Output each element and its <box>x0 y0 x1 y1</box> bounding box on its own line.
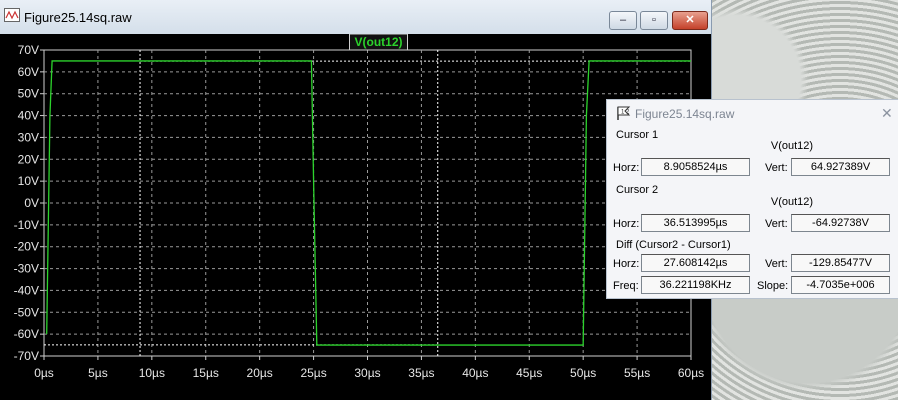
diff-horz-field[interactable]: 27.608142µs <box>641 254 750 272</box>
waveform-app-icon <box>4 8 20 22</box>
dialog-title: Figure25.14sq.raw <box>635 107 735 121</box>
diff-vert-field[interactable]: -129.85477V <box>791 254 890 272</box>
cursor1-trace: V(out12) <box>770 140 814 152</box>
y-tick-label: -20V <box>14 240 39 254</box>
y-tick-label: -10V <box>14 218 39 232</box>
cursor2-horz-field[interactable]: 36.513995µs <box>641 214 750 232</box>
y-tick-label: 10V <box>18 174 39 188</box>
x-tick-label: 30µs <box>354 366 380 380</box>
y-tick-label: -60V <box>14 327 39 341</box>
x-tick-label: 60µs <box>678 366 704 380</box>
x-tick-label: 35µs <box>408 366 434 380</box>
close-button[interactable]: ✕ <box>672 11 708 30</box>
trace-label[interactable]: V(out12) <box>355 35 403 49</box>
y-tick-label: 40V <box>18 109 39 123</box>
cursor1-vert-field[interactable]: 64.927389V <box>791 158 890 176</box>
diff-freq-label: Freq: <box>613 280 639 292</box>
y-tick-label: 70V <box>18 43 39 57</box>
svg-text:1 2: 1 2 <box>621 110 630 116</box>
x-tick-label: 50µs <box>570 366 596 380</box>
diff-freq-field[interactable]: 36.221198KHz <box>641 276 750 294</box>
cursor2-vert-field[interactable]: -64.92738V <box>791 214 890 232</box>
dialog-close-icon[interactable]: ✕ <box>881 105 893 122</box>
cursor2-trace: V(out12) <box>770 196 814 208</box>
title-bar[interactable]: Figure25.14sq.raw – ▫ ✕ <box>0 0 711 34</box>
cursor-flag-icon: 1 2 <box>617 106 631 120</box>
cursor1-vert-label: Vert: <box>765 162 788 174</box>
diff-horz-label: Horz: <box>613 258 640 270</box>
minimize-button[interactable]: – <box>609 11 637 30</box>
y-tick-label: 60V <box>18 65 39 79</box>
cursor2-vert-label: Vert: <box>765 218 788 230</box>
x-tick-label: 15µs <box>193 366 219 380</box>
x-tick-label: 55µs <box>624 366 650 380</box>
y-tick-label: 20V <box>18 152 39 166</box>
y-tick-label: 50V <box>18 87 39 101</box>
y-tick-label: -50V <box>14 305 39 319</box>
y-tick-label: -30V <box>14 262 39 276</box>
y-tick-label: 0V <box>24 196 39 210</box>
y-tick-label: -70V <box>14 349 39 363</box>
x-tick-label: 0µs <box>34 366 54 380</box>
plot-area[interactable]: 0µs 5µs 10µs 15µs 20µs 25µs 30µs 35µs 40µs 45µs 50… <box>0 34 711 400</box>
y-tick-label: 30V <box>18 130 39 144</box>
waveform-plot[interactable]: 0µs 5µs 10µs 15µs 20µs 25µs 30µs 35µs 40µs 45µs 50… <box>0 34 711 400</box>
cursor1-horz-field[interactable]: 8.9058524µs <box>641 158 750 176</box>
cursor1-heading: Cursor 1 <box>616 129 659 141</box>
x-tick-label: 40µs <box>462 366 488 380</box>
x-tick-label: 5µs <box>88 366 108 380</box>
cursor-dialog: 1 2 Figure25.14sq.raw ✕ Cursor 1 V(out12… <box>606 99 898 299</box>
diff-slope-field[interactable]: -4.7035e+006 <box>791 276 890 294</box>
window-title: Figure25.14sq.raw <box>24 10 132 25</box>
diff-slope-label: Slope: <box>757 280 789 292</box>
x-tick-label: 25µs <box>300 366 326 380</box>
maximize-button[interactable]: ▫ <box>640 11 668 30</box>
x-tick-label: 10µs <box>139 366 165 380</box>
x-tick-label: 45µs <box>516 366 542 380</box>
x-tick-label: 20µs <box>247 366 273 380</box>
cursor2-heading: Cursor 2 <box>616 184 659 196</box>
cursor2-horz-label: Horz: <box>613 218 640 230</box>
diff-vert-label: Vert: <box>765 258 788 270</box>
y-tick-label: -40V <box>14 283 39 297</box>
diff-heading: Diff (Cursor2 - Cursor1) <box>616 239 731 251</box>
cursor1-horz-label: Horz: <box>613 162 640 174</box>
